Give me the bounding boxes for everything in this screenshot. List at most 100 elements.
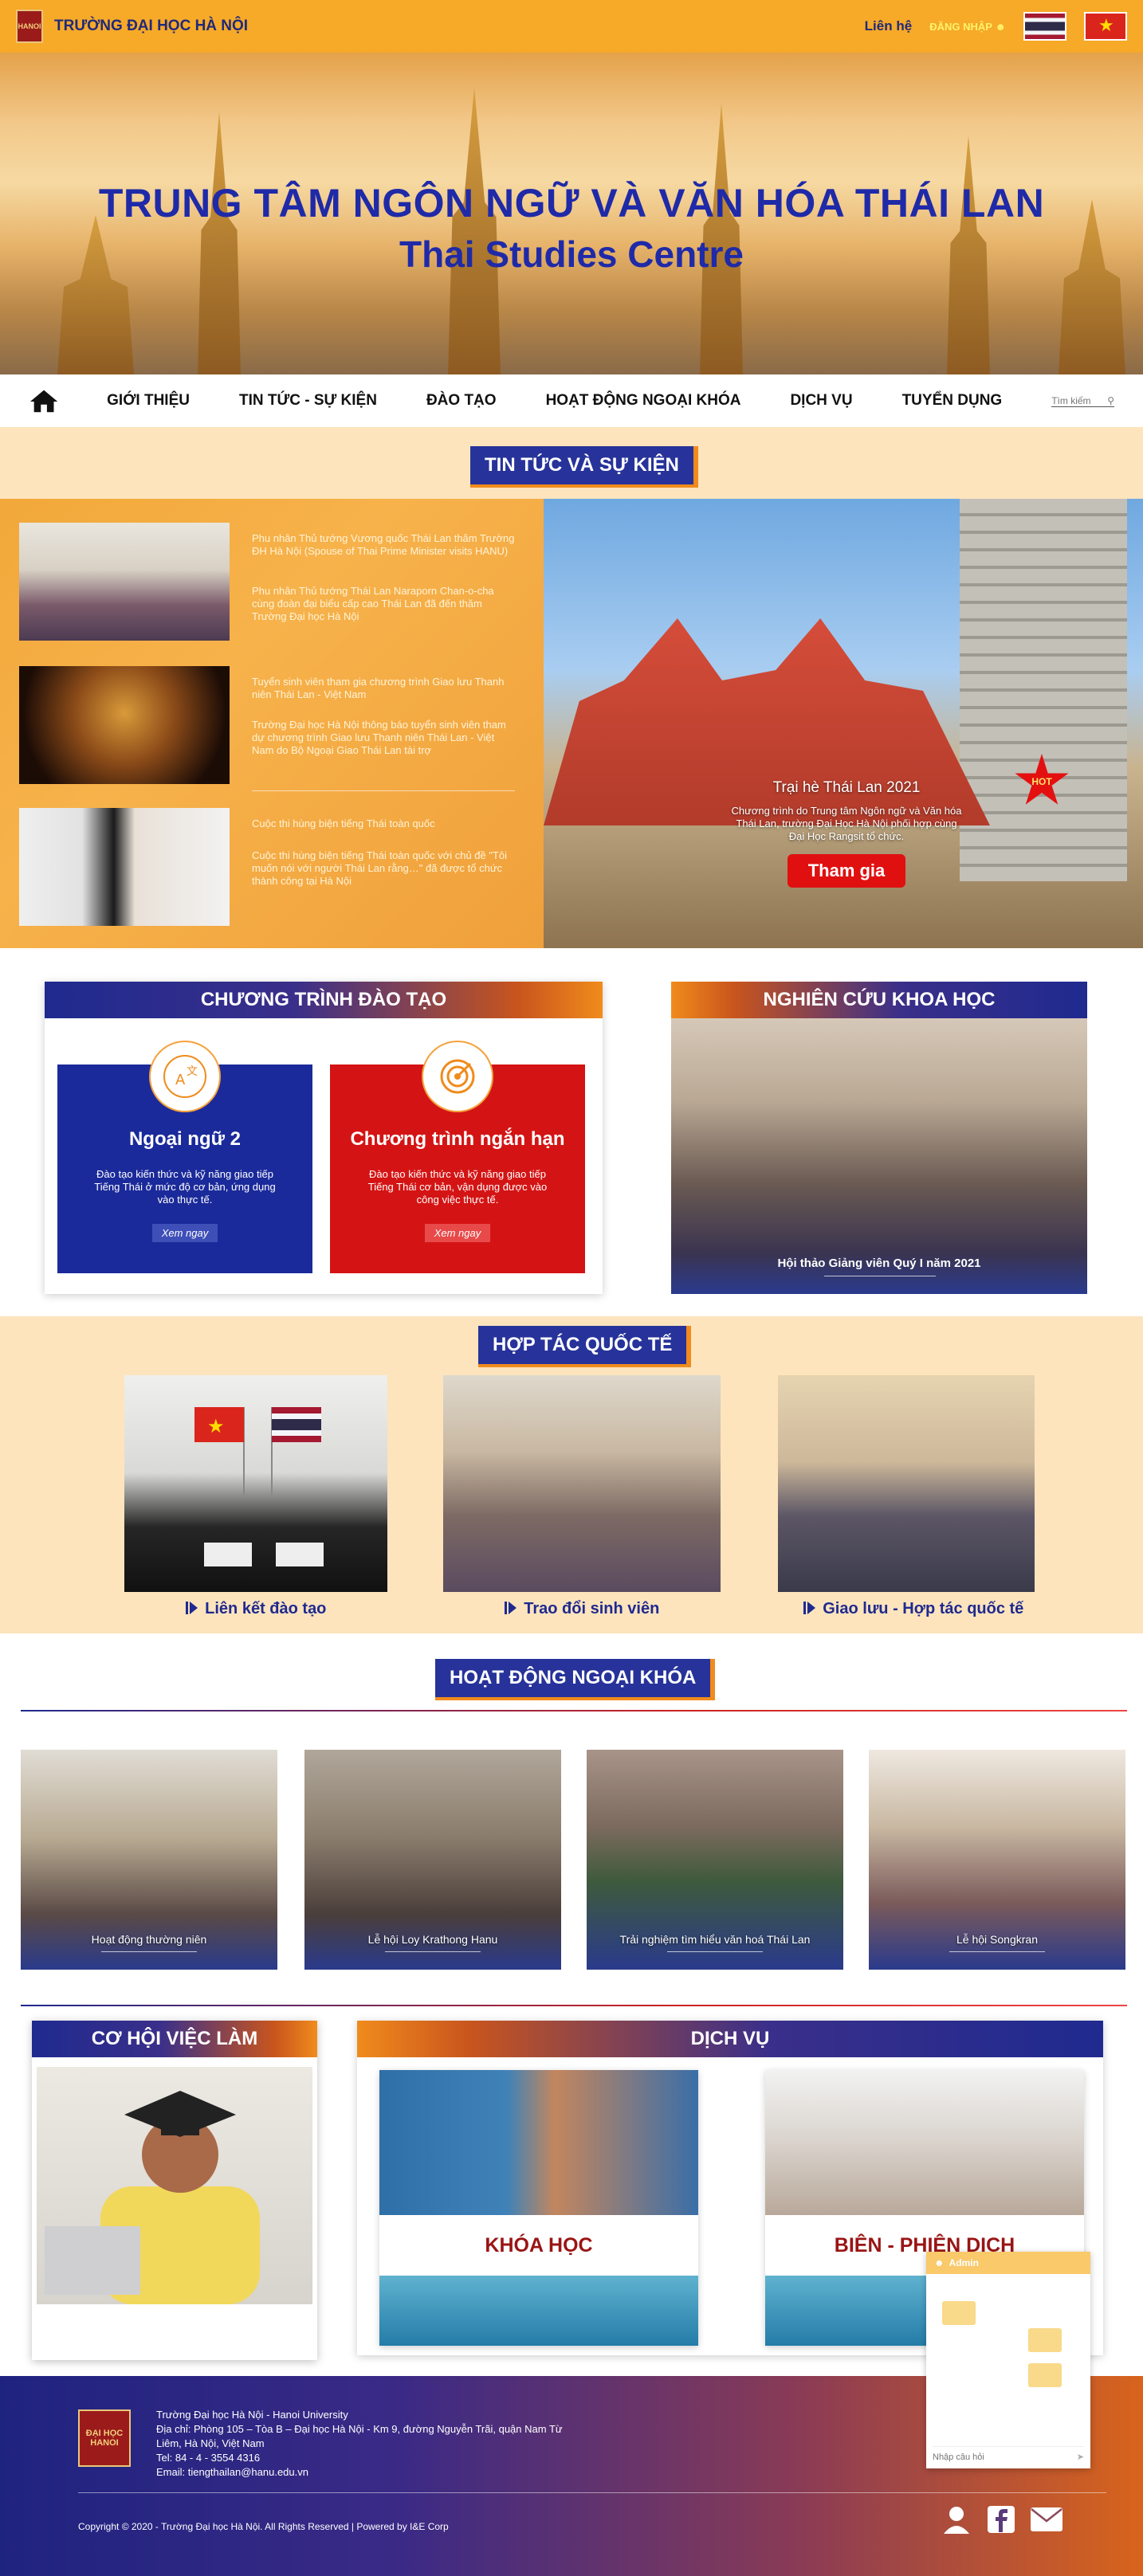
featured-desc: Chương trình do Trung tâm Ngôn ngữ và Vă… — [731, 805, 962, 842]
activity-card[interactable]: Hoạt động thường niên — [21, 1750, 277, 1970]
join-button[interactable]: Tham gia — [787, 854, 906, 888]
facebook-icon[interactable] — [987, 2505, 1015, 2534]
mail-icon[interactable] — [1030, 2507, 1063, 2532]
cooperation-photo[interactable] — [443, 1375, 721, 1592]
news-item[interactable]: Phu nhân Thủ tướng Vương quốc Thái Lan t… — [19, 523, 521, 642]
news-section: TIN TỨC VÀ SỰ KIỆN Phu nhân Thủ tướng Vư… — [0, 427, 1143, 948]
send-icon[interactable]: ➤ — [1077, 2452, 1084, 2462]
program-title: Ngoại ngữ 2 — [128, 1128, 242, 1150]
footer-email[interactable]: Email: tiengthailan@hanu.edu.vn — [156, 2465, 563, 2480]
home-icon[interactable] — [29, 388, 59, 414]
footer-logo-top: ĐẠI HỌC — [85, 2429, 124, 2438]
divider — [78, 2492, 1106, 2493]
divider — [21, 2005, 1127, 2006]
cooperation-photo[interactable]: ★ — [124, 1375, 387, 1592]
cooperation-link[interactable]: Giao lưu - Hợp tác quốc tế — [778, 1600, 1049, 1618]
play-icon — [504, 1602, 507, 1614]
activity-caption: Lễ hội Loy Krathong Hanu — [367, 1933, 498, 1946]
cooperation-label: Giao lưu - Hợp tác quốc tế — [823, 1600, 1024, 1617]
view-now-button[interactable]: Xem ngay — [151, 1224, 218, 1242]
divider — [252, 790, 515, 791]
cooperation-title: HỢP TÁC QUỐC TẾ — [478, 1326, 692, 1367]
search-input[interactable] — [1051, 394, 1108, 406]
research-photo[interactable]: Hội thảo Giảng viên Quý I năm 2021 — [671, 1018, 1087, 1294]
cooperation-link[interactable]: Liên kết đào tạo — [124, 1600, 387, 1618]
footer-university: Trường Đại học Hà Nội - Hanoi University — [156, 2409, 348, 2421]
news-title[interactable]: Tuyển sinh viên tham gia chương trình Gi… — [252, 676, 515, 701]
login-link[interactable]: ĐĂNG NHẬP ☻ — [929, 21, 1006, 33]
search-icon[interactable]: ⚲ — [1107, 395, 1114, 406]
cooperation-label: Trao đổi sinh viên — [524, 1600, 660, 1617]
research-caption[interactable]: Hội thảo Giảng viên Quý I năm 2021 — [671, 1257, 1087, 1270]
divider — [101, 1951, 197, 1952]
news-title[interactable]: Phu nhân Thủ tướng Vương quốc Thái Lan t… — [252, 532, 515, 558]
university-logo[interactable]: HANOI — [16, 10, 43, 43]
footer-icons — [941, 2503, 1063, 2535]
extracurricular-title: HOẠT ĐỘNG NGOẠI KHÓA — [435, 1659, 716, 1700]
cooperation-label: Liên kết đào tạo — [205, 1600, 327, 1617]
news-item[interactable]: Cuộc thi hùng biện tiếng Thái toàn quốc … — [19, 808, 521, 927]
cooperation-link[interactable]: Trao đổi sinh viên — [450, 1600, 713, 1618]
svg-text:文: 文 — [187, 1065, 198, 1078]
chat-agent-name: Admin — [949, 2257, 979, 2268]
divider — [667, 1951, 763, 1952]
news-thumbnail[interactable] — [19, 666, 230, 784]
program-card[interactable]: Chương trình ngắn hạn Đào tạo kiến thức … — [330, 1041, 585, 1273]
thai-flag-icon[interactable] — [1023, 12, 1066, 41]
user-icon[interactable] — [941, 2503, 972, 2535]
activity-card[interactable]: Lễ hội Songkran — [869, 1750, 1125, 1970]
news-item[interactable]: Tuyển sinh viên tham gia chương trình Gi… — [19, 666, 521, 791]
news-thumbnail[interactable] — [19, 523, 230, 641]
view-now-button[interactable]: Xem ngay — [424, 1224, 491, 1242]
research-section: NGHIÊN CỨU KHOA HỌC Hội thảo Giảng viên … — [671, 982, 1087, 1294]
divider — [385, 1951, 481, 1952]
nav-item-training[interactable]: ĐÀO TẠO — [426, 392, 497, 410]
chat-bubble — [942, 2301, 976, 2325]
featured-news[interactable]: HOT Trại hè Thái Lan 2021 Chương trình d… — [544, 499, 1143, 948]
service-label[interactable]: KHÓA HỌC — [379, 2215, 698, 2276]
nav-item-recruitment[interactable]: TUYỂN DỤNG — [902, 392, 1003, 410]
play-icon — [508, 1602, 517, 1614]
job-opportunities: CƠ HỘI VIỆC LÀM — [32, 2021, 317, 2360]
chat-input[interactable] — [933, 2452, 1060, 2462]
training-programs: CHƯƠNG TRÌNH ĐÀO TẠO A文 Ngoại ngữ 2 Đào … — [45, 982, 603, 1294]
service-card[interactable]: KHÓA HỌC — [379, 2070, 698, 2346]
news-list: Phu nhân Thủ tướng Vương quốc Thái Lan t… — [0, 499, 544, 948]
international-cooperation: HỢP TÁC QUỐC TẾ ★ Liên kết đào tạo Trao … — [0, 1316, 1143, 1633]
footer-logo-bottom: HANOI — [90, 2438, 119, 2448]
news-title[interactable]: Cuộc thi hùng biện tiếng Thái toàn quốc — [252, 817, 515, 830]
vietnam-flag-icon[interactable] — [1084, 12, 1127, 41]
news-desc: Cuộc thi hùng biện tiếng Thái toàn quốc … — [252, 849, 508, 887]
play-icon — [803, 1602, 806, 1614]
footer-logo[interactable]: ĐẠI HỌC HANOI — [78, 2409, 131, 2467]
news-thumbnail[interactable] — [19, 808, 230, 926]
nav-item-about[interactable]: GIỚI THIỆU — [107, 392, 190, 410]
news-section-title: TIN TỨC VÀ SỰ KIỆN — [470, 446, 698, 488]
chat-input-row: ➤ — [933, 2446, 1084, 2462]
contact-link[interactable]: Liên hệ — [865, 18, 913, 34]
nav-item-activities[interactable]: HOẠT ĐỘNG NGOẠI KHÓA — [546, 392, 741, 410]
program-card[interactable]: A文 Ngoại ngữ 2 Đào tạo kiến thức và kỹ n… — [57, 1041, 312, 1273]
hero-banner: TRUNG TÂM NGÔN NGỮ VÀ VĂN HÓA THÁI LAN T… — [0, 53, 1143, 374]
play-icon — [185, 1602, 188, 1614]
nav-item-news[interactable]: TIN TỨC - SỰ KIỆN — [239, 392, 377, 410]
play-icon — [807, 1602, 815, 1614]
activity-card[interactable]: Trải nghiệm tìm hiểu văn hoá Thái Lan — [587, 1750, 843, 1970]
chat-header[interactable]: ☻ Admin — [926, 2252, 1090, 2274]
featured-caption: Trại hè Thái Lan 2021 Chương trình do Tr… — [695, 762, 998, 905]
jobs-title: CƠ HỘI VIỆC LÀM — [32, 2021, 317, 2057]
chat-avatar-icon: ☻ — [934, 2257, 945, 2268]
play-icon — [189, 1602, 198, 1614]
banner-title: TRUNG TÂM NGÔN NGỮ VÀ VĂN HÓA THÁI LAN — [98, 181, 1045, 225]
news-desc: Trường Đại học Hà Nội thông báo tuyển si… — [252, 719, 506, 756]
footer-tel: Tel: 84 - 4 - 3554 4316 — [156, 2452, 261, 2464]
activity-card[interactable]: Lễ hội Loy Krathong Hanu — [304, 1750, 561, 1970]
program-title: Chương trình ngắn hạn — [350, 1128, 565, 1150]
svg-text:A: A — [175, 1072, 186, 1088]
cooperation-photo[interactable] — [778, 1375, 1035, 1592]
featured-title: Trại hè Thái Lan 2021 — [772, 779, 921, 796]
graduate-photo[interactable] — [37, 2067, 312, 2304]
nav-item-services[interactable]: DỊCH VỤ — [790, 392, 852, 410]
university-name[interactable]: TRƯỜNG ĐẠI HỌC HÀ NỘI — [54, 18, 248, 35]
activity-caption: Trải nghiệm tìm hiểu văn hoá Thái Lan — [619, 1933, 811, 1946]
